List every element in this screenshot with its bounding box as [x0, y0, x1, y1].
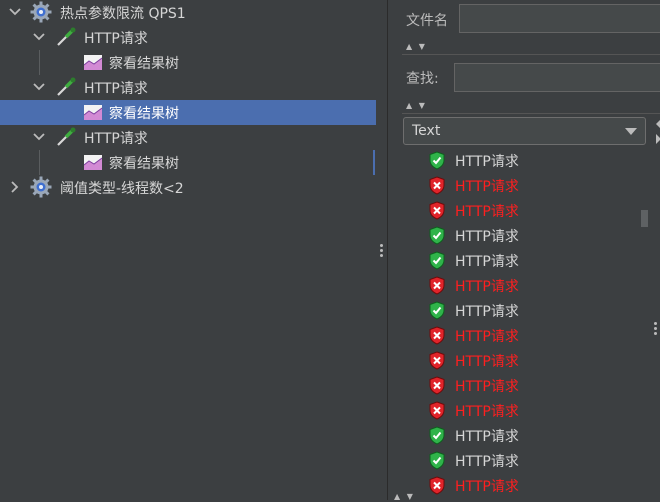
sample-result-item[interactable]: HTTP请求 — [428, 198, 638, 223]
tree-node-view-results-tree[interactable]: 察看结果树 — [0, 150, 376, 175]
split-pane-divider[interactable] — [376, 0, 387, 500]
collapse-arrows-icon[interactable]: ▲ ▼ — [406, 42, 436, 52]
sample-result-item[interactable]: HTTP请求 — [428, 298, 638, 323]
failure-shield-icon — [429, 376, 445, 395]
chevron-down-icon[interactable] — [32, 80, 46, 94]
tree-node-http-request[interactable]: HTTP请求 — [0, 25, 376, 50]
renderer-select-value: Text — [412, 123, 441, 139]
tree-node-label: 察看结果树 — [109, 106, 179, 122]
success-shield-icon — [429, 226, 445, 245]
tree-node-label: HTTP请求 — [84, 81, 148, 97]
tree-node-label: HTTP请求 — [84, 131, 148, 147]
tree-node-label: 阈值类型-线程数<2 — [60, 181, 184, 197]
sample-result-label: HTTP请求 — [455, 354, 519, 370]
chevron-down-icon[interactable] — [8, 5, 22, 19]
success-shield-icon — [429, 251, 445, 270]
tree-node-thread-group[interactable]: 热点参数限流 QPS1 — [0, 0, 376, 25]
tree-node-label: 热点参数限流 QPS1 — [60, 6, 186, 22]
sample-results-list[interactable]: HTTP请求 HTTP请求 HTTP请求 HTTP请求 HTTP请求 HTTP请求 HTTP… — [388, 148, 648, 500]
sample-result-label: HTTP请求 — [455, 204, 519, 220]
sample-result-label: HTTP请求 — [455, 304, 519, 320]
sample-result-item[interactable]: HTTP请求 — [428, 223, 638, 248]
failure-shield-icon — [429, 276, 445, 295]
tree-node-label: 察看结果树 — [109, 156, 179, 172]
chevron-down-icon — [625, 128, 637, 135]
failure-shield-icon — [429, 476, 445, 495]
collapse-arrows-icon[interactable]: ▲ ▼ — [394, 492, 424, 502]
sample-result-item[interactable]: HTTP请求 — [428, 398, 638, 423]
divider-grip-dot — [654, 332, 657, 335]
sample-result-label: HTTP请求 — [455, 154, 519, 170]
failure-shield-icon — [429, 201, 445, 220]
sample-result-label: HTTP请求 — [455, 404, 519, 420]
success-shield-icon — [429, 301, 445, 320]
sample-result-item[interactable]: HTTP请求 — [428, 148, 638, 173]
arrow-left-icon[interactable] — [656, 119, 660, 129]
tree-node-view-results-tree-selected[interactable]: 察看结果树 — [0, 100, 376, 125]
tree-node-view-results-tree[interactable]: 察看结果树 — [0, 50, 376, 75]
search-input[interactable] — [454, 63, 660, 92]
success-shield-icon — [429, 151, 445, 170]
arrow-right-icon[interactable] — [656, 134, 660, 144]
sample-result-label: HTTP请求 — [455, 379, 519, 395]
sample-result-label: HTTP请求 — [455, 454, 519, 470]
section-divider — [402, 54, 660, 55]
sample-result-item[interactable]: HTTP请求 — [428, 248, 638, 273]
sample-result-item[interactable]: HTTP请求 — [428, 273, 638, 298]
chart-icon — [83, 55, 103, 70]
tree-node-thread-group[interactable]: 阈值类型-线程数<2 — [0, 175, 376, 200]
failure-shield-icon — [429, 401, 445, 420]
divider-grip-dot — [380, 244, 383, 247]
tree-node-http-request[interactable]: HTTP请求 — [0, 125, 376, 150]
gear-icon — [30, 1, 52, 23]
test-plan-tree[interactable]: 热点参数限流 QPS1 HTTP请求 察看结果树 HTTP请求 察看结果树 HT… — [0, 0, 376, 500]
sample-result-item[interactable]: HTTP请求 — [428, 173, 638, 198]
success-shield-icon — [429, 451, 445, 470]
sample-result-label: HTTP请求 — [455, 279, 519, 295]
sample-result-item[interactable]: HTTP请求 — [428, 348, 638, 373]
filename-input[interactable] — [459, 4, 660, 33]
chevron-down-icon[interactable] — [32, 30, 46, 44]
tree-node-label: HTTP请求 — [84, 31, 148, 47]
sample-result-item[interactable]: HTTP请求 — [428, 323, 638, 348]
chevron-right-icon[interactable] — [8, 180, 22, 194]
divider-grip-dot — [654, 322, 657, 325]
success-shield-icon — [429, 426, 445, 445]
failure-shield-icon — [429, 326, 445, 345]
sample-result-label: HTTP请求 — [455, 429, 519, 445]
search-label: 查找: — [406, 71, 439, 87]
sample-result-label: HTTP请求 — [455, 254, 519, 270]
pipette-icon — [57, 77, 76, 96]
sample-result-label: HTTP请求 — [455, 179, 519, 195]
tree-node-label: 察看结果树 — [109, 56, 179, 72]
sample-result-item[interactable]: HTTP请求 — [428, 373, 638, 398]
renderer-select[interactable]: Text — [403, 117, 646, 145]
sample-result-label: HTTP请求 — [455, 329, 519, 345]
view-results-panel: 文件名 ▲ ▼ 查找: ▲ ▼ Text HTTP请求 HTTP请求 HTTP请求 H… — [387, 0, 660, 502]
filename-label: 文件名 — [406, 13, 448, 29]
sample-result-item[interactable]: HTTP请求 — [428, 473, 638, 498]
results-scrollbar-thumb[interactable] — [641, 210, 648, 227]
gear-icon — [30, 176, 52, 198]
collapse-arrows-icon[interactable]: ▲ ▼ — [406, 101, 436, 111]
sample-result-label: HTTP请求 — [455, 229, 519, 245]
section-divider — [402, 113, 660, 114]
tree-scroll-indicator — [373, 150, 375, 175]
pipette-icon — [57, 127, 76, 146]
chevron-down-icon[interactable] — [32, 130, 46, 144]
failure-shield-icon — [429, 351, 445, 370]
sample-result-label: HTTP请求 — [455, 479, 519, 495]
chart-icon — [83, 105, 103, 120]
failure-shield-icon — [429, 176, 445, 195]
pipette-icon — [57, 27, 76, 46]
tree-node-http-request[interactable]: HTTP请求 — [0, 75, 376, 100]
divider-grip-dot — [380, 254, 383, 257]
sample-result-item[interactable]: HTTP请求 — [428, 448, 638, 473]
divider-grip-dot — [654, 327, 657, 330]
divider-grip-dot — [380, 249, 383, 252]
chart-icon — [83, 155, 103, 170]
sample-result-item[interactable]: HTTP请求 — [428, 423, 638, 448]
